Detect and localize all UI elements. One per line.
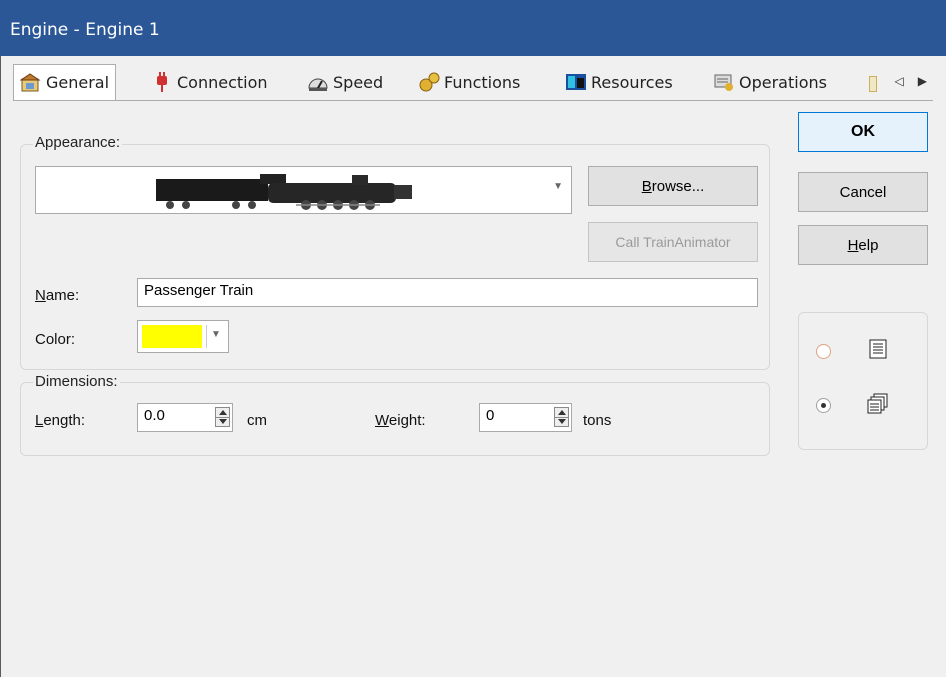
weight-stepper[interactable]: 0: [479, 403, 572, 432]
appearance-image-select[interactable]: ▼: [35, 166, 572, 214]
browse-button[interactable]: Browse...: [588, 166, 758, 206]
cancel-button[interactable]: Cancel: [798, 172, 928, 212]
tab-general[interactable]: General: [13, 64, 117, 100]
length-label-text: Length:: [35, 412, 86, 429]
tab-baseline: [13, 100, 933, 101]
browse-button-label: Browse...: [641, 177, 705, 195]
length-spin-buttons[interactable]: [215, 407, 230, 427]
functions-icon: [418, 72, 440, 92]
tab-general-label: General: [46, 73, 110, 92]
color-label-text: Color:: [35, 331, 76, 348]
ok-button-label: OK: [851, 123, 875, 140]
list-view-radio[interactable]: [816, 344, 831, 359]
tab-scroll-right-icon[interactable]: ▶: [918, 74, 927, 88]
color-label: Color:: [35, 331, 75, 348]
view-options-group: [798, 312, 928, 450]
multi-page-view-icon: [867, 393, 889, 419]
weight-label: Weight:: [375, 412, 426, 429]
tab-resources[interactable]: Resources: [565, 66, 673, 98]
help-button[interactable]: Help: [798, 225, 928, 265]
locomotive-image: [156, 174, 412, 210]
color-dropdown-icon[interactable]: ▼: [211, 329, 221, 340]
length-stepper[interactable]: 0.0: [137, 403, 233, 432]
resources-icon: [565, 72, 587, 92]
name-label-text: Name:: [35, 287, 80, 304]
tab-speed[interactable]: Speed: [307, 66, 383, 98]
tab-scroll-left-icon[interactable]: ◁: [895, 74, 904, 88]
tab-scroll-arrows: ◁ ▶: [895, 74, 927, 88]
weight-spin-buttons[interactable]: [554, 407, 569, 427]
window-title: Engine - Engine 1: [10, 20, 160, 40]
call-trainanimator-button[interactable]: Call TrainAnimator: [588, 222, 758, 262]
dialog-body: General Connection Speed Functions Resou…: [0, 56, 946, 677]
chevron-down-icon[interactable]: ▼: [553, 181, 563, 192]
plug-icon: [151, 72, 173, 92]
speedometer-icon: [307, 72, 329, 92]
dimensions-group-label: Dimensions:: [33, 373, 120, 390]
ok-button[interactable]: OK: [798, 112, 928, 152]
length-value: 0.0: [144, 407, 165, 424]
appearance-group-label: Appearance:: [33, 134, 123, 151]
color-picker[interactable]: ▼: [137, 320, 229, 353]
color-swatch: [142, 325, 202, 348]
multi-page-view-radio[interactable]: [816, 398, 831, 413]
cancel-button-label: Cancel: [839, 183, 887, 201]
tab-connection-label: Connection: [177, 72, 268, 92]
tab-functions[interactable]: Functions: [418, 66, 520, 98]
tab-strip: General Connection Speed Functions Resou…: [13, 64, 933, 100]
length-unit: cm: [247, 412, 267, 429]
tab-connection[interactable]: Connection: [151, 66, 268, 98]
window-titlebar: Engine - Engine 1: [0, 0, 946, 56]
operations-icon: [713, 72, 735, 92]
weight-value: 0: [486, 407, 495, 424]
name-label: Name:: [35, 287, 79, 304]
tab-functions-label: Functions: [444, 72, 521, 92]
tab-resources-label: Resources: [591, 72, 673, 92]
weight-unit: tons: [583, 412, 612, 429]
list-view-icon: [869, 339, 887, 363]
call-trainanimator-label: Call TrainAnimator: [615, 234, 731, 250]
partial-tab-icon[interactable]: [869, 76, 877, 92]
name-field-value: Passenger Train: [144, 282, 254, 299]
length-label: Length:: [35, 412, 85, 429]
name-field[interactable]: Passenger Train: [137, 278, 758, 307]
tab-operations-label: Operations: [739, 72, 827, 92]
tab-operations[interactable]: Operations: [713, 66, 827, 98]
weight-label-text: Weight:: [375, 412, 426, 429]
general-properties-icon: [19, 72, 42, 93]
help-button-label: Help: [847, 236, 879, 254]
tab-speed-label: Speed: [333, 72, 384, 92]
